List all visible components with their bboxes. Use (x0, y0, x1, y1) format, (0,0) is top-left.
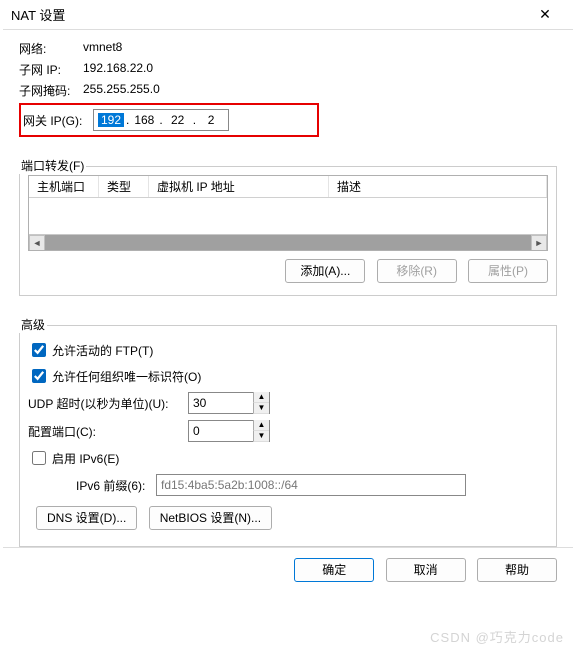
help-button[interactable]: 帮助 (477, 558, 557, 582)
row-subnet-mask: 子网掩码: 255.255.255.0 (19, 82, 557, 99)
udp-timeout-value[interactable]: 30 (189, 396, 253, 410)
gateway-ip-field[interactable]: 192 . 168 . 22 . 2 (93, 109, 229, 131)
gateway-octet-4[interactable]: 2 (198, 113, 224, 127)
col-host-port[interactable]: 主机端口 (29, 176, 99, 197)
group-port-forward: 端口转发(F) 主机端口 类型 虚拟机 IP 地址 描述 ◄ ► (19, 145, 557, 296)
subnet-mask-label: 子网掩码: (19, 82, 83, 99)
dialog-button-bar: 确定 取消 帮助 (3, 547, 573, 592)
dns-settings-button[interactable]: DNS 设置(D)... (36, 506, 137, 530)
nat-settings-dialog: NAT 设置 ✕ 网络: vmnet8 子网 IP: 192.168.22.0 … (3, 0, 573, 592)
gateway-octet-3[interactable]: 22 (165, 113, 191, 127)
col-type[interactable]: 类型 (99, 176, 149, 197)
remove-button: 移除(R) (377, 259, 457, 283)
enable-ipv6-label: 启用 IPv6(E) (52, 450, 119, 467)
properties-button: 属性(P) (468, 259, 548, 283)
watermark: CSDN @巧克力code (430, 627, 564, 646)
dialog-title: NAT 设置 (11, 5, 525, 24)
gateway-octet-1[interactable]: 192 (98, 113, 124, 127)
horizontal-scrollbar[interactable]: ◄ ► (29, 234, 547, 250)
spinner-down-icon[interactable]: ▼ (253, 403, 269, 414)
ipv6-prefix-field[interactable] (156, 474, 466, 496)
ok-button[interactable]: 确定 (294, 558, 374, 582)
udp-timeout-spinner[interactable]: 30 ▲ ▼ (188, 392, 270, 414)
row-network: 网络: vmnet8 (19, 40, 557, 57)
group-port-forward-label: 端口转发(F) (19, 157, 86, 174)
scroll-right-icon[interactable]: ► (531, 235, 547, 251)
allow-ftp-label: 允许活动的 FTP(T) (52, 342, 153, 359)
add-button[interactable]: 添加(A)... (285, 259, 365, 283)
subnet-ip-label: 子网 IP: (19, 61, 83, 78)
config-port-spinner[interactable]: 0 ▲ ▼ (188, 420, 270, 442)
enable-ipv6-checkbox[interactable] (32, 451, 46, 465)
config-port-label: 配置端口(C): (28, 423, 182, 440)
allow-org-label: 允许任何组织唯一标识符(O) (52, 368, 201, 385)
subnet-mask-value: 255.255.255.0 (83, 82, 160, 99)
gateway-octet-2[interactable]: 168 (131, 113, 157, 127)
group-advanced: 高级 允许活动的 FTP(T) 允许任何组织唯一标识符(O) UDP 超时(以秒… (19, 304, 557, 547)
netbios-settings-button[interactable]: NetBIOS 设置(N)... (149, 506, 272, 530)
gateway-label: 网关 IP(G): (23, 109, 93, 131)
scroll-track[interactable] (45, 235, 531, 250)
titlebar: NAT 设置 ✕ (3, 0, 573, 30)
spinner-up-icon[interactable]: ▲ (253, 392, 269, 403)
config-port-value[interactable]: 0 (189, 424, 253, 438)
allow-org-checkbox[interactable] (32, 369, 46, 383)
spinner-up-icon[interactable]: ▲ (253, 420, 269, 431)
ipv6-prefix-label: IPv6 前缀(6): (76, 477, 156, 494)
spinner-down-icon[interactable]: ▼ (253, 431, 269, 442)
close-icon[interactable]: ✕ (525, 6, 565, 23)
network-label: 网络: (19, 40, 83, 57)
port-forward-table[interactable]: 主机端口 类型 虚拟机 IP 地址 描述 ◄ ► (28, 175, 548, 251)
col-vm-ip[interactable]: 虚拟机 IP 地址 (149, 176, 329, 197)
row-gateway-ip: 网关 IP(G): 192 . 168 . 22 . 2 (19, 103, 319, 137)
table-header: 主机端口 类型 虚拟机 IP 地址 描述 (29, 176, 547, 198)
cancel-button[interactable]: 取消 (386, 558, 466, 582)
group-advanced-label: 高级 (19, 316, 47, 333)
udp-timeout-label: UDP 超时(以秒为单位)(U): (28, 395, 182, 412)
allow-ftp-checkbox[interactable] (32, 343, 46, 357)
row-subnet-ip: 子网 IP: 192.168.22.0 (19, 61, 557, 78)
subnet-ip-value: 192.168.22.0 (83, 61, 153, 78)
col-desc[interactable]: 描述 (329, 176, 547, 197)
scroll-left-icon[interactable]: ◄ (29, 235, 45, 251)
network-value: vmnet8 (83, 40, 122, 57)
